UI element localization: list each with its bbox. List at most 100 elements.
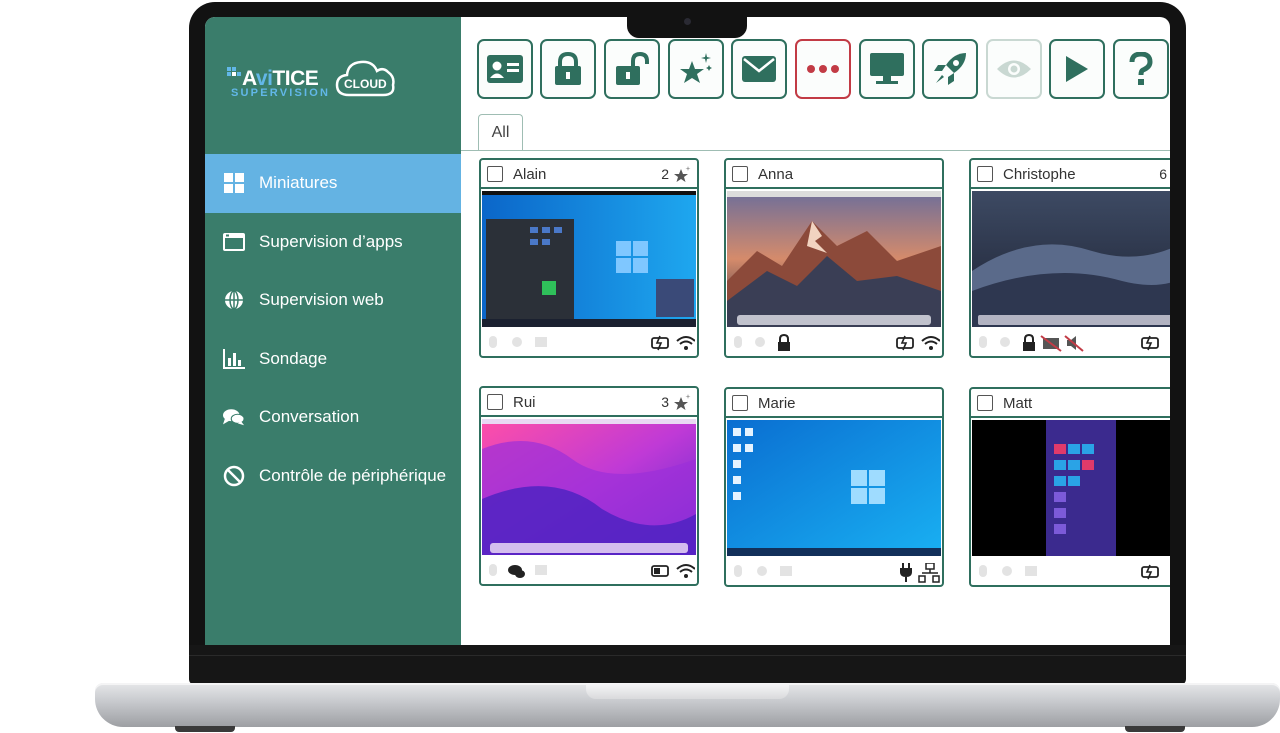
sidebar: AviTICE SUPERVISION CLOUD Miniatures Sup… [205,17,461,645]
status-icons-muted [734,565,792,577]
monitor-icon [870,53,904,84]
sidebar-item-label: Supervision d’apps [259,231,403,251]
card-header: Anna [726,160,942,189]
student-name: Alain [513,166,547,183]
sidebar-item-label: Miniatures [259,173,338,193]
card-footer [481,328,697,356]
tab-divider [461,150,1170,151]
monitor-button[interactable] [859,39,915,99]
card-footer [971,557,1170,585]
laptop-foot [1125,726,1185,732]
status-icons-muted [489,336,547,348]
id-card-icon [487,55,523,83]
star-count: 3 [661,394,669,410]
card-header: Rui 3 [481,388,697,417]
screen-thumbnail[interactable] [482,191,696,327]
sidebar-item-sondage[interactable]: Sondage [205,330,461,389]
eye-button[interactable] [986,39,1042,99]
power-network-icon [900,563,940,583]
sidebar-item-controle-peripherique[interactable]: Contrôle de périphérique [205,447,461,506]
laptop-lid-notch [586,683,789,699]
play-button[interactable] [1049,39,1105,99]
select-checkbox[interactable] [487,394,503,410]
student-name: Rui [513,394,536,411]
logo-mark-icon [227,67,241,76]
star-icon[interactable] [673,394,691,412]
tab-label: All [491,124,510,141]
student-name: Marie [758,395,796,412]
tab-all[interactable]: All [478,114,523,151]
select-checkbox[interactable] [487,166,503,182]
laptop-foot [175,726,235,732]
id-card-button[interactable] [477,39,533,99]
prohibited-icon [223,465,245,487]
screen-thumbnail[interactable] [727,191,941,327]
sidebar-item-miniatures[interactable]: Miniatures [205,154,461,213]
star-sparkle-icon [680,53,712,83]
status-icons-lock [734,334,790,351]
unlock-button[interactable] [604,39,660,99]
unlock-icon [616,52,649,85]
select-checkbox[interactable] [977,166,993,182]
sidebar-item-supervision-web[interactable]: Supervision web [205,271,461,330]
card-footer [971,328,1170,356]
star-button[interactable] [668,39,724,99]
more-button[interactable] [795,39,851,99]
sidebar-item-conversation[interactable]: Conversation [205,388,461,447]
lock-button[interactable] [540,39,596,99]
select-checkbox[interactable] [732,166,748,182]
more-dots-icon [807,65,839,73]
battery-wifi-icon [651,564,695,578]
camera-icon [684,18,691,25]
chat-icon [223,406,245,428]
select-checkbox[interactable] [977,395,993,411]
sidebar-item-label: Supervision web [259,290,384,310]
mail-icon [742,56,776,82]
star-icon[interactable] [673,166,691,184]
student-name: Anna [758,166,794,183]
sidebar-item-label: Conversation [259,407,360,427]
battery-icon [1141,335,1159,351]
sidebar-item-supervision-apps[interactable]: Supervision d’apps [205,213,461,272]
student-card[interactable]: Matt [969,387,1170,587]
help-button[interactable] [1113,39,1169,99]
screen-thumbnail[interactable] [727,420,941,556]
eye-icon [997,60,1031,78]
status-icons-restricted [979,334,1084,352]
card-footer [726,557,942,585]
sidebar-item-label: Sondage [259,348,328,368]
student-name: Christophe [1003,166,1076,183]
grid-icon [223,172,245,194]
screen-thumbnail[interactable] [482,419,696,555]
student-card[interactable]: Rui 3 [479,386,699,586]
card-footer [726,328,942,356]
rocket-button[interactable] [922,39,978,99]
student-name: Matt [1003,395,1033,412]
screen-thumbnail[interactable] [972,420,1170,556]
app-screen: AviTICE SUPERVISION CLOUD Miniatures Sup… [205,17,1170,645]
star-count: 2 [661,166,669,182]
card-footer [481,556,697,584]
card-header: Alain 2 [481,160,697,189]
sidebar-nav: Miniatures Supervision d’apps Supervisio… [205,154,461,505]
globe-icon [223,289,245,311]
star-count: 6 [1159,166,1167,182]
student-card[interactable]: Marie [724,387,944,587]
select-checkbox[interactable] [732,395,748,411]
status-icons-chat [489,564,547,578]
laptop-hinge [189,655,1186,656]
status-icons-muted [979,565,1037,577]
student-card[interactable]: Christophe 6 [969,158,1170,358]
play-icon [1066,56,1088,82]
mail-button[interactable] [731,39,787,99]
laptop-chin [189,645,1186,685]
student-card[interactable]: Alain 2 [479,158,699,358]
screen-thumbnail[interactable] [972,191,1170,327]
battery-icon [1141,564,1159,580]
app-logo: AviTICE SUPERVISION CLOUD [225,55,405,105]
card-header: Matt [971,389,1170,418]
student-card[interactable]: Anna [724,158,944,358]
help-icon [1129,52,1153,85]
lock-icon [555,52,581,85]
battery-wifi-icon [651,335,695,351]
